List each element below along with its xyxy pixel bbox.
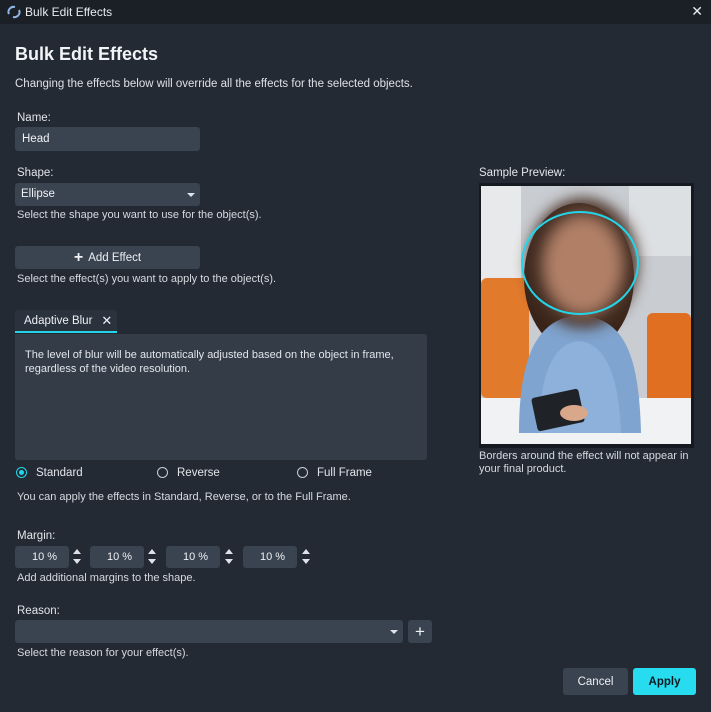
margin-left-input[interactable]: 10 % xyxy=(15,546,69,568)
margin-right-stepper[interactable] xyxy=(146,548,158,566)
radio-full-frame[interactable] xyxy=(297,467,308,478)
name-input[interactable] xyxy=(15,127,200,151)
margin-left-stepper[interactable] xyxy=(71,548,83,566)
chevron-down-icon xyxy=(390,630,398,634)
stepper-up-icon[interactable] xyxy=(73,549,81,554)
add-effect-button[interactable]: + Add Effect xyxy=(15,246,200,269)
margin-bottom-input[interactable]: 10 % xyxy=(243,546,297,568)
page-title: Bulk Edit Effects xyxy=(15,44,159,64)
close-icon[interactable]: ✕ xyxy=(101,313,112,329)
preview-photo xyxy=(481,186,691,444)
stepper-up-icon[interactable] xyxy=(302,549,310,554)
add-reason-button[interactable]: + xyxy=(408,620,432,643)
shape-label: Shape: xyxy=(17,167,54,179)
sample-preview-image xyxy=(479,183,694,448)
radio-full-frame-label[interactable]: Full Frame xyxy=(317,467,372,479)
apply-button[interactable]: Apply xyxy=(633,668,696,695)
mode-help: You can apply the effects in Standard, R… xyxy=(17,491,351,503)
reason-help: Select the reason for your effect(s). xyxy=(17,647,189,659)
effect-description-panel: The level of blur will be automatically … xyxy=(15,334,427,460)
page-subtitle: Changing the effects below will override… xyxy=(15,78,413,90)
reason-label: Reason: xyxy=(17,605,60,617)
title-bar: Bulk Edit Effects ✕ xyxy=(0,0,711,24)
margin-top-stepper[interactable] xyxy=(223,548,235,566)
radio-reverse-label[interactable]: Reverse xyxy=(177,467,220,479)
margin-top-input[interactable]: 10 % xyxy=(166,546,220,568)
radio-reverse[interactable] xyxy=(157,467,168,478)
radio-standard-label[interactable]: Standard xyxy=(36,467,83,479)
name-label: Name: xyxy=(17,112,51,124)
shape-dropdown[interactable]: Ellipse xyxy=(15,183,200,206)
margin-bottom-stepper[interactable] xyxy=(300,548,312,566)
add-effect-help: Select the effect(s) you want to apply t… xyxy=(17,273,277,285)
add-effect-label: Add Effect xyxy=(88,251,142,264)
plus-icon: + xyxy=(73,248,84,266)
tab-label: Adaptive Blur xyxy=(24,314,93,327)
window-title: Bulk Edit Effects xyxy=(25,5,113,19)
preview-note: Borders around the effect will not appea… xyxy=(479,450,689,475)
stepper-up-icon[interactable] xyxy=(225,549,233,554)
stepper-down-icon[interactable] xyxy=(302,559,310,564)
stepper-down-icon[interactable] xyxy=(148,559,156,564)
stepper-down-icon[interactable] xyxy=(73,559,81,564)
stepper-down-icon[interactable] xyxy=(225,559,233,564)
app-logo-icon xyxy=(7,5,21,19)
shape-help: Select the shape you want to use for the… xyxy=(17,209,262,221)
effect-description: The level of blur will be automatically … xyxy=(25,349,394,375)
preview-label: Sample Preview: xyxy=(479,167,566,179)
margin-right-input[interactable]: 10 % xyxy=(90,546,144,568)
shape-dropdown-value: Ellipse xyxy=(21,188,55,200)
tab-adaptive-blur[interactable]: Adaptive Blur ✕ xyxy=(15,310,117,333)
chevron-down-icon xyxy=(187,193,195,197)
margin-help: Add additional margins to the shape. xyxy=(17,572,196,584)
cancel-button[interactable]: Cancel xyxy=(563,668,628,695)
radio-standard[interactable] xyxy=(16,467,27,478)
stepper-up-icon[interactable] xyxy=(148,549,156,554)
close-icon[interactable]: ✕ xyxy=(691,3,703,20)
reason-dropdown[interactable] xyxy=(15,620,403,643)
margin-label: Margin: xyxy=(17,530,56,542)
